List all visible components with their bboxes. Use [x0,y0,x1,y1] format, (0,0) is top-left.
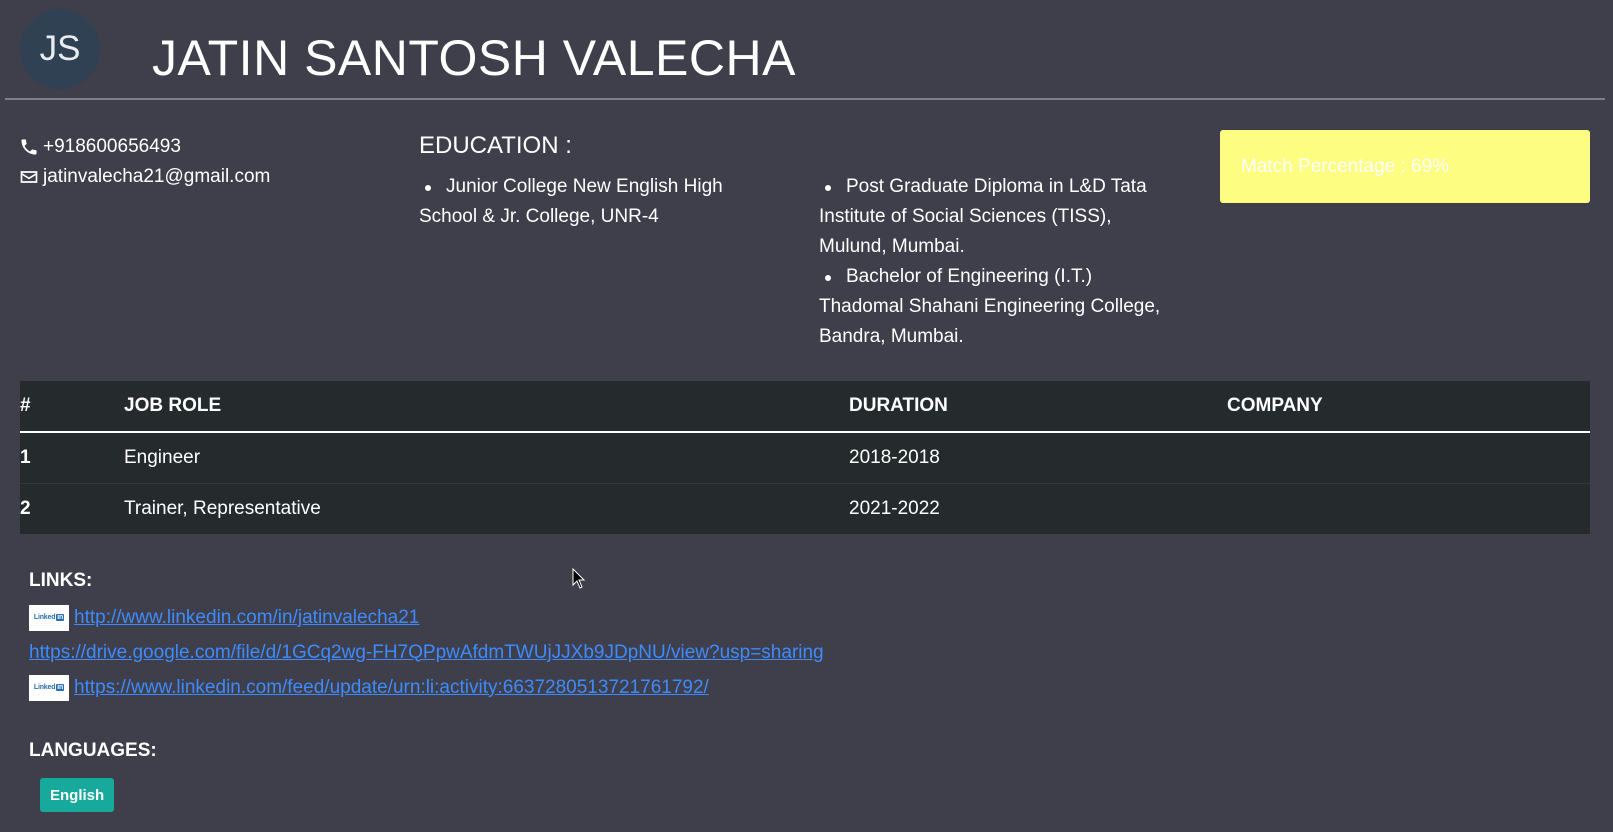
language-badge: English [40,778,115,812]
links-title: LINKS: [29,570,93,591]
job-company [1227,432,1590,484]
education-title: EDUCATION : [419,132,572,159]
job-history-table: # JOB ROLE DURATION COMPANY 1 Engineer 2… [20,381,1590,534]
row-number: 2 [20,498,31,519]
profile-header: JS JATIN SANTOSH VALECHA [0,0,1613,100]
column-header-job-role: JOB ROLE [124,381,849,433]
column-header-company: COMPANY [1227,381,1590,433]
job-company [1227,484,1590,535]
education-item: Bachelor of Engineering (I.T.) Thadomal … [819,262,1179,352]
google-drive-link[interactable]: https://drive.google.com/file/d/1GCq2wg-… [29,642,824,664]
education-item: Junior College New English High School &… [419,172,764,232]
education-column-1: Junior College New English High School &… [419,172,764,232]
table-row: 1 Engineer 2018-2018 [20,432,1590,484]
header-divider [5,98,1605,100]
linkedin-icon: Linked in [29,674,69,701]
contact-info: +918600656493 jatinvalecha21@gmail.com [19,132,270,192]
phone-row: +918600656493 [19,132,270,162]
link-item: Linked in http://www.linkedin.com/in/jati… [29,600,824,635]
table-header-row: # JOB ROLE DURATION COMPANY [20,381,1590,433]
languages-title: LANGUAGES: [29,740,157,761]
link-item: Linked in https://www.linkedin.com/feed/u… [29,670,824,705]
job-duration: 2018-2018 [849,432,1227,484]
email-address: jatinvalecha21@gmail.com [43,166,271,187]
column-header-number: # [20,381,124,433]
email-row: jatinvalecha21@gmail.com [19,162,270,192]
table-row: 2 Trainer, Representative 2021-2022 [20,484,1590,535]
education-item: Post Graduate Diploma in L&D Tata Instit… [819,172,1179,262]
job-role: Engineer [124,432,849,484]
job-duration: 2021-2022 [849,498,940,519]
phone-icon [21,139,37,155]
match-percentage-badge: Match Percentage : 69% [1220,130,1590,203]
linkedin-profile-link[interactable]: http://www.linkedin.com/in/jatinvalecha2… [74,607,419,629]
envelope-icon [20,171,38,183]
education-column-2: Post Graduate Diploma in L&D Tata Instit… [819,172,1179,352]
avatar: JS [20,9,100,89]
candidate-name: JATIN SANTOSH VALECHA [152,30,796,86]
linkedin-activity-link[interactable]: https://www.linkedin.com/feed/update/urn… [74,677,709,699]
column-header-duration: DURATION [849,381,1227,433]
mouse-cursor-icon [572,568,586,589]
job-role: Trainer, Representative [124,498,321,519]
row-number: 1 [20,432,124,484]
link-item: https://drive.google.com/file/d/1GCq2wg-… [29,635,824,670]
phone-number: +918600656493 [43,136,181,157]
linkedin-icon: Linked in [29,604,69,631]
links-list: Linked in http://www.linkedin.com/in/jati… [29,600,824,705]
